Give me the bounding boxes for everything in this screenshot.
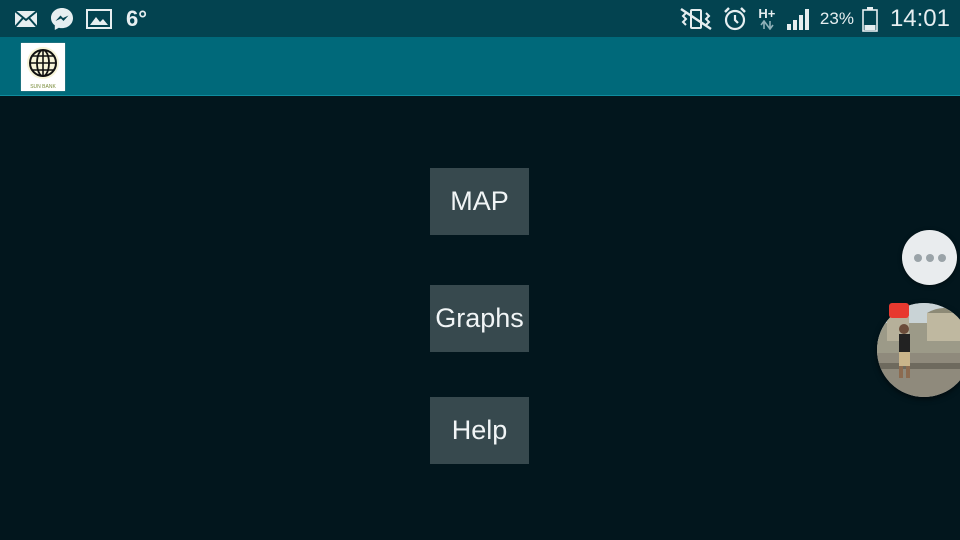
app-logo[interactable]: SUN BANK	[21, 43, 65, 91]
status-bar-right: H+ 23% 14:01	[678, 0, 950, 37]
mail-icon	[14, 9, 38, 28]
main-content: MAP Graphs Help	[0, 96, 960, 540]
battery-percent: 23%	[819, 8, 854, 28]
action-bar: SUN BANK	[0, 37, 960, 96]
logo-text: SUN BANK	[30, 84, 56, 90]
more-dots-icon	[913, 253, 946, 262]
network-type-text: H+	[758, 6, 776, 21]
gallery-icon	[86, 8, 112, 29]
network-type: H+	[756, 7, 778, 30]
alarm-icon	[722, 6, 748, 32]
graphs-button[interactable]: Graphs	[430, 285, 529, 352]
clock: 14:01	[889, 4, 950, 32]
signal-icon	[786, 7, 812, 31]
data-arrows-icon	[760, 20, 774, 30]
messenger-icon	[50, 7, 74, 31]
status-bar: 6° H+ 23% 14:01	[0, 0, 960, 37]
chat-more-button[interactable]	[902, 230, 957, 285]
help-button[interactable]: Help	[430, 397, 529, 464]
battery-icon	[862, 6, 878, 32]
temperature-text: 6°	[126, 5, 148, 31]
vibrate-icon	[678, 7, 714, 31]
notification-badge	[889, 303, 909, 318]
globe-icon	[27, 47, 59, 79]
status-bar-left: 6°	[14, 0, 147, 37]
map-button[interactable]: MAP	[430, 168, 529, 235]
